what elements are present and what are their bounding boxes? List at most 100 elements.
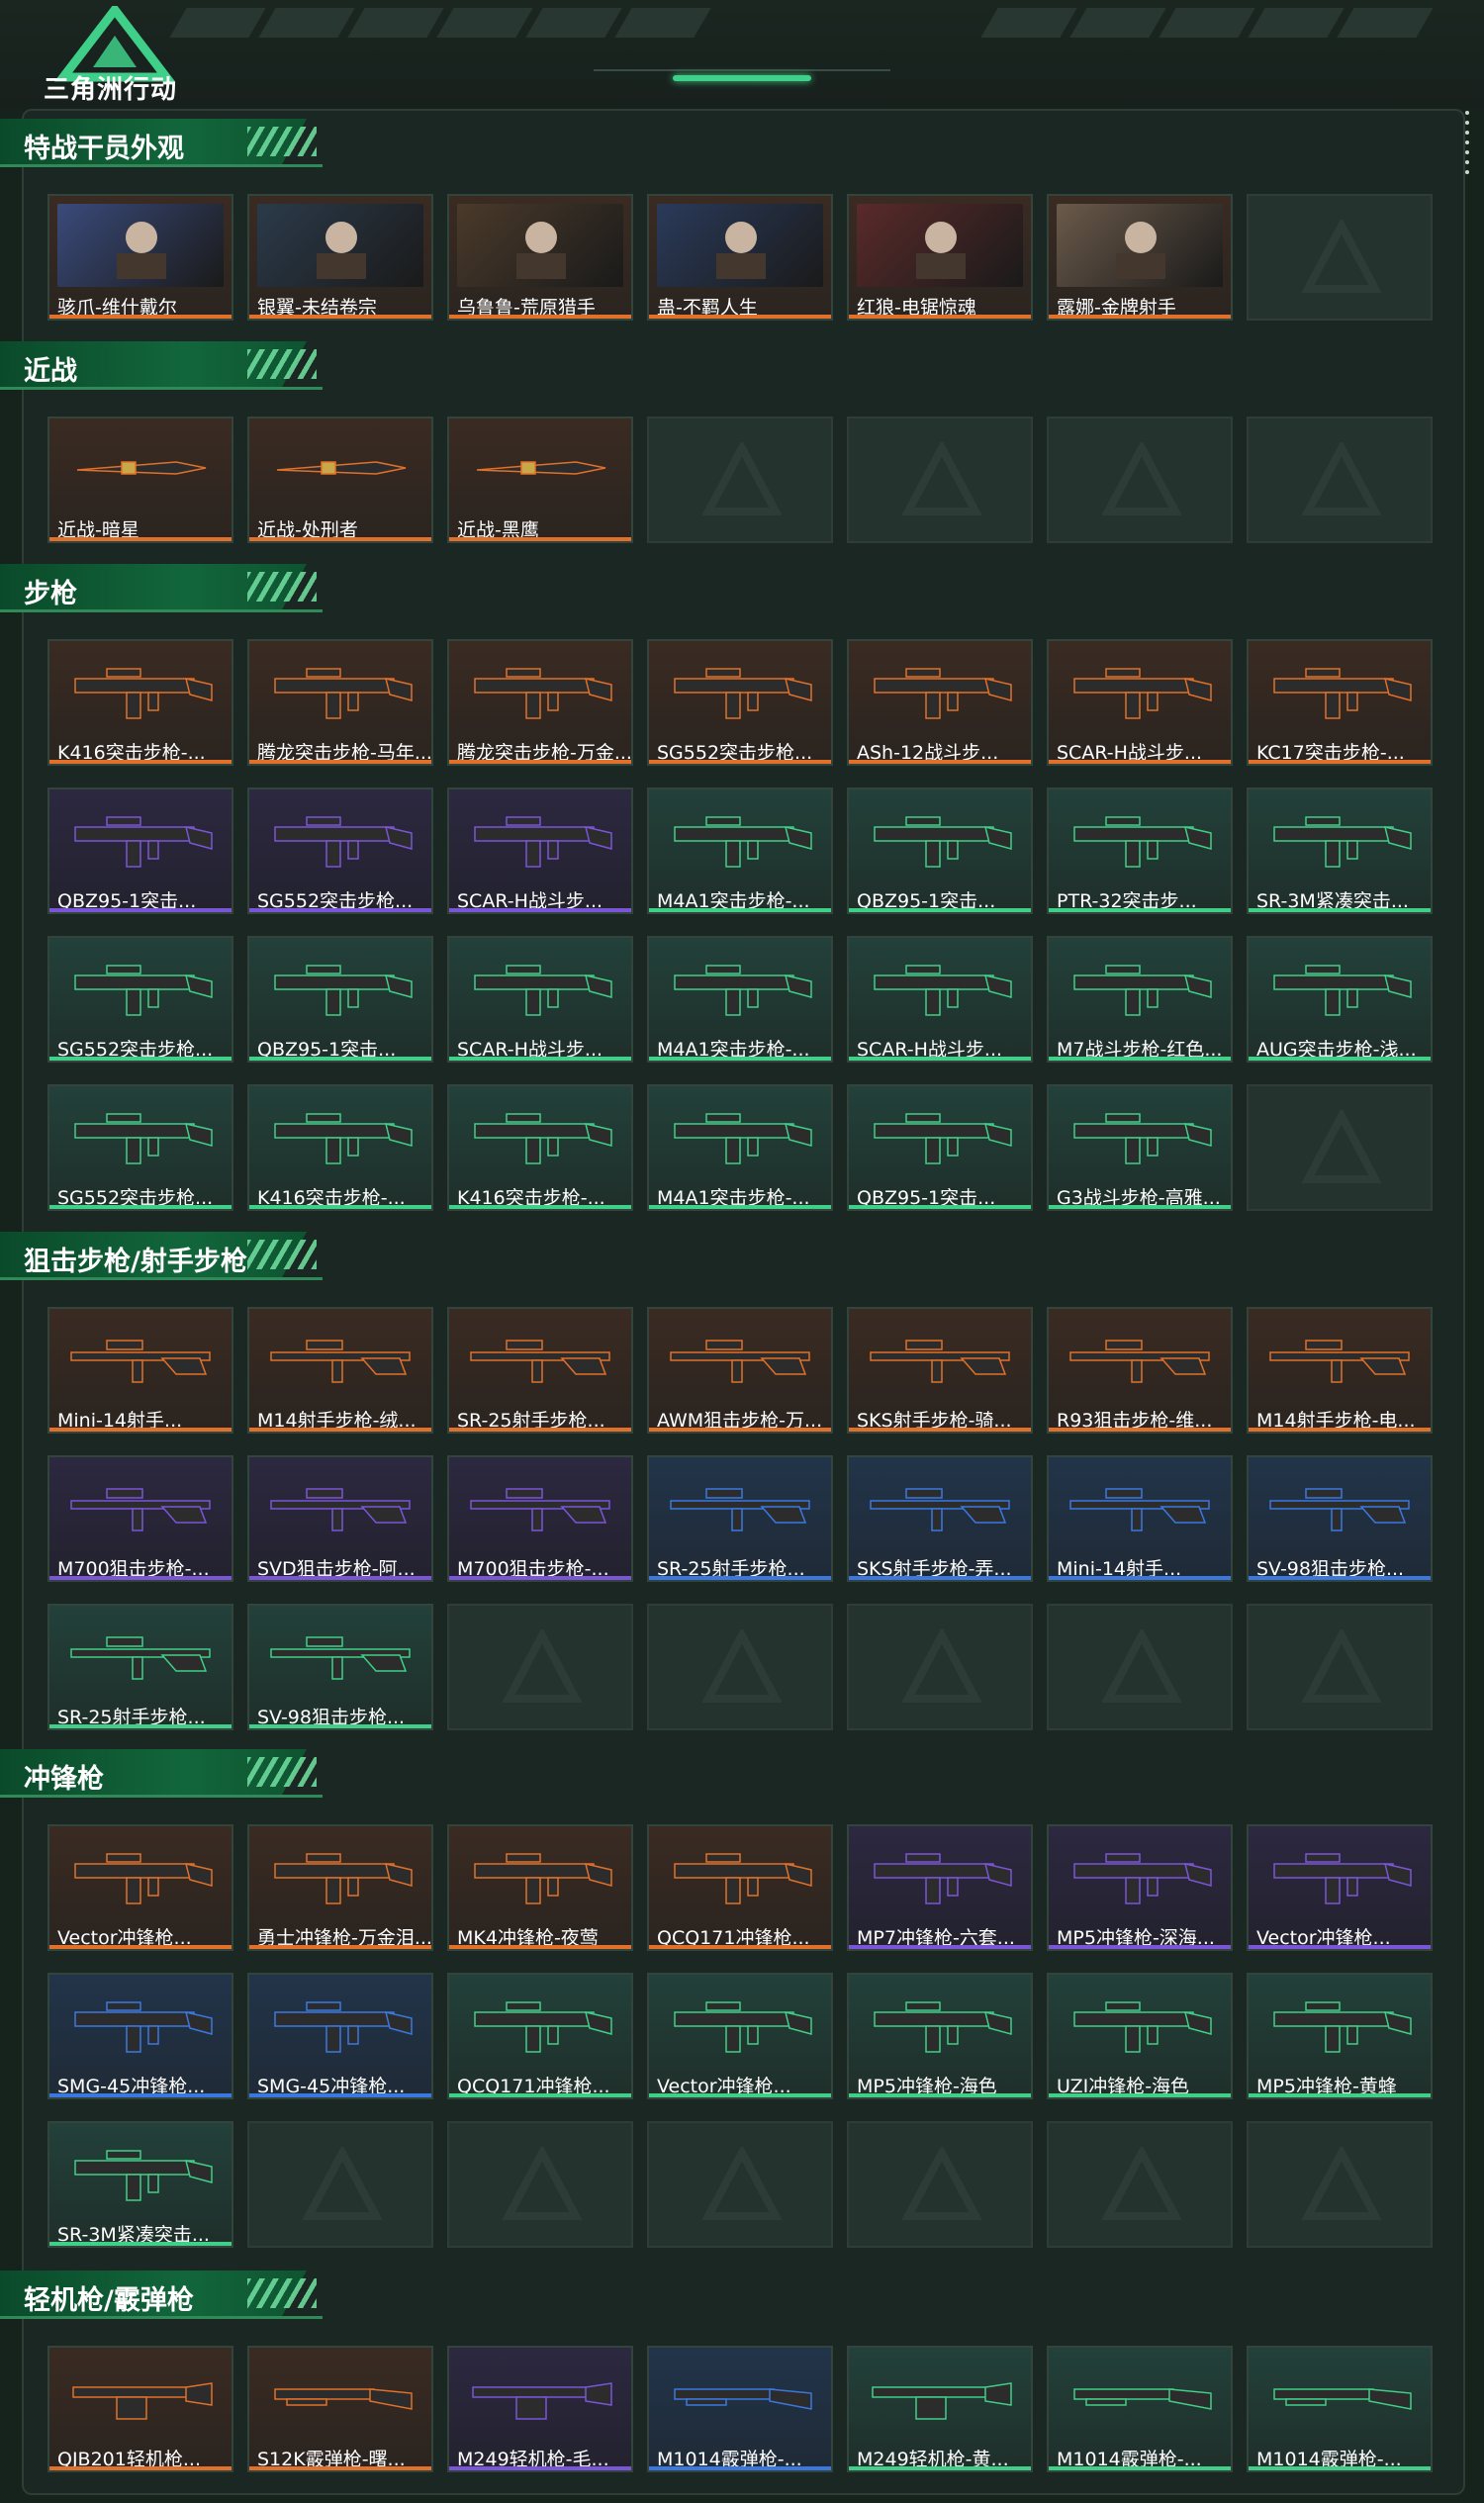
- item-card[interactable]: Vector冲锋枪...: [647, 1973, 833, 2099]
- item-card[interactable]: 露娜-金牌射手: [1047, 194, 1233, 321]
- item-card[interactable]: K416突击步枪-...: [47, 639, 233, 766]
- delta-watermark-icon: [702, 2147, 782, 2220]
- item-card[interactable]: K416突击步枪-...: [447, 1084, 633, 1211]
- item-card[interactable]: MP5冲锋枪-黄蜂: [1247, 1973, 1433, 2099]
- item-card[interactable]: M1014霰弹枪-...: [647, 2346, 833, 2472]
- item-card[interactable]: SR-3M紧凑突击...: [1247, 788, 1433, 914]
- item-card[interactable]: M4A1突击步枪-...: [647, 1084, 833, 1211]
- item-card[interactable]: SCAR-H战斗步...: [847, 936, 1033, 1063]
- item-card[interactable]: QCQ171冲锋枪...: [447, 1973, 633, 2099]
- item-card[interactable]: M4A1突击步枪-...: [647, 788, 833, 914]
- item-card[interactable]: SCAR-H战斗步...: [447, 788, 633, 914]
- item-card[interactable]: SKS射手步枪-骑...: [847, 1307, 1033, 1434]
- smg-icon: [474, 1853, 612, 1904]
- item-card[interactable]: QCQ171冲锋枪...: [647, 1824, 833, 1951]
- rarity-bar: [449, 315, 631, 319]
- item-card[interactable]: M700狙击步枪-...: [47, 1455, 233, 1582]
- item-card[interactable]: 腾龙突击步枪-马年...: [247, 639, 433, 766]
- item-card[interactable]: ASh-12战斗步...: [847, 639, 1033, 766]
- rarity-bar: [49, 2242, 232, 2246]
- item-card[interactable]: M700狙击步枪-...: [447, 1455, 633, 1582]
- item-card[interactable]: QBZ95-1突击...: [847, 788, 1033, 914]
- knife-icon: [276, 461, 407, 475]
- item-card[interactable]: M14射手步枪-绒...: [247, 1307, 433, 1434]
- item-card[interactable]: 红狼-电锯惊魂: [847, 194, 1033, 321]
- item-card[interactable]: 勇士冲锋枪-万金泪...: [247, 1824, 433, 1951]
- scrollbar[interactable]: [1462, 111, 1472, 2485]
- item-card[interactable]: SKS射手步枪-弄...: [847, 1455, 1033, 1582]
- item-card[interactable]: SVD狙击步枪-阿...: [247, 1455, 433, 1582]
- item-card[interactable]: M249轻机枪-毛...: [447, 2346, 633, 2472]
- item-card[interactable]: 近战-黑鹰: [447, 417, 633, 543]
- item-card[interactable]: UZI冲锋枪-海色: [1047, 1973, 1233, 2099]
- item-card[interactable]: M249轻机枪-黄...: [847, 2346, 1033, 2472]
- smg-icon: [474, 2001, 612, 2053]
- knife-icon: [76, 461, 207, 475]
- item-card[interactable]: 骇爪-维什戴尔: [47, 194, 233, 321]
- item-card[interactable]: MP7冲锋枪-六套...: [847, 1824, 1033, 1951]
- item-card[interactable]: MP5冲锋枪-深海...: [1047, 1824, 1233, 1951]
- item-card[interactable]: S12K霰弹枪-曙...: [247, 2346, 433, 2472]
- rarity-bar: [1249, 1576, 1431, 1580]
- empty-slot: [1247, 194, 1433, 321]
- item-card[interactable]: M1014霰弹枪-...: [1247, 2346, 1433, 2472]
- rarity-bar: [1049, 1945, 1231, 1949]
- item-card[interactable]: SMG-45冲锋枪...: [47, 1973, 233, 2099]
- smg-icon: [74, 2150, 213, 2201]
- sniper-icon: [670, 1340, 810, 1383]
- item-card[interactable]: AWM狙击步枪-万...: [647, 1307, 833, 1434]
- item-card[interactable]: SV-98狙击步枪...: [1247, 1455, 1433, 1582]
- item-card[interactable]: M1014霰弹枪-...: [1047, 2346, 1233, 2472]
- item-card[interactable]: SR-3M紧凑突击...: [47, 2121, 233, 2248]
- item-card[interactable]: SV-98狙击步枪...: [247, 1604, 433, 1730]
- operator-portrait-icon: [916, 222, 966, 279]
- rarity-bar: [449, 1205, 631, 1209]
- item-card[interactable]: SR-25射手步枪...: [647, 1455, 833, 1582]
- item-card[interactable]: MP5冲锋枪-海色: [847, 1973, 1033, 2099]
- item-card[interactable]: M14射手步枪-电...: [1247, 1307, 1433, 1434]
- item-card[interactable]: 近战-暗星: [47, 417, 233, 543]
- item-card[interactable]: AUG突击步枪-浅...: [1247, 936, 1433, 1063]
- item-card[interactable]: Vector冲锋枪...: [1247, 1824, 1433, 1951]
- delta-watermark-icon: [1102, 1629, 1181, 1703]
- rarity-bar: [649, 1428, 831, 1432]
- rifle-icon: [1273, 965, 1412, 1016]
- item-card[interactable]: R93狙击步枪-维...: [1047, 1307, 1233, 1434]
- item-card[interactable]: MK4冲锋枪-夜莺: [447, 1824, 633, 1951]
- lmg-icon: [72, 2382, 213, 2420]
- item-card[interactable]: SR-25射手步枪...: [447, 1307, 633, 1434]
- item-card[interactable]: SG552突击步枪...: [47, 936, 233, 1063]
- item-card[interactable]: PTR-32突击步...: [1047, 788, 1233, 914]
- item-card[interactable]: 腾龙突击步枪-万金...: [447, 639, 633, 766]
- section-header: 轻机枪/霰弹枪: [0, 2271, 323, 2319]
- item-card[interactable]: Mini-14射手...: [1047, 1455, 1233, 1582]
- delta-watermark-icon: [1302, 1110, 1381, 1183]
- item-card[interactable]: SR-25射手步枪...: [47, 1604, 233, 1730]
- rarity-bar: [1049, 908, 1231, 912]
- item-card[interactable]: SG552突击步枪...: [647, 639, 833, 766]
- item-card[interactable]: QBZ95-1突击...: [247, 936, 433, 1063]
- item-card[interactable]: Vector冲锋枪...: [47, 1824, 233, 1951]
- item-card[interactable]: QBZ95-1突击...: [47, 788, 233, 914]
- item-card[interactable]: QJB201轻机枪...: [47, 2346, 233, 2472]
- item-card[interactable]: SG552突击步枪...: [47, 1084, 233, 1211]
- item-card[interactable]: SMG-45冲锋枪...: [247, 1973, 433, 2099]
- rarity-bar: [249, 1576, 431, 1580]
- item-card[interactable]: SG552突击步枪...: [247, 788, 433, 914]
- rarity-bar: [1249, 1057, 1431, 1061]
- item-card[interactable]: 近战-处刑者: [247, 417, 433, 543]
- section-header: 冲锋枪: [0, 1749, 323, 1798]
- item-card[interactable]: 乌鲁鲁-荒原猎手: [447, 194, 633, 321]
- item-card[interactable]: SCAR-H战斗步...: [1047, 639, 1233, 766]
- item-card[interactable]: KC17突击步枪-...: [1247, 639, 1433, 766]
- item-card[interactable]: QBZ95-1突击...: [847, 1084, 1033, 1211]
- item-card[interactable]: M4A1突击步枪-...: [647, 936, 833, 1063]
- item-card[interactable]: Mini-14射手...: [47, 1307, 233, 1434]
- item-card[interactable]: G3战斗步枪-高雅...: [1047, 1084, 1233, 1211]
- item-card[interactable]: 蛊-不羁人生: [647, 194, 833, 321]
- rarity-bar: [449, 2093, 631, 2097]
- item-card[interactable]: K416突击步枪-...: [247, 1084, 433, 1211]
- item-card[interactable]: M7战斗步枪-红色...: [1047, 936, 1233, 1063]
- item-card[interactable]: SCAR-H战斗步...: [447, 936, 633, 1063]
- item-card[interactable]: 银翼-未结卷宗: [247, 194, 433, 321]
